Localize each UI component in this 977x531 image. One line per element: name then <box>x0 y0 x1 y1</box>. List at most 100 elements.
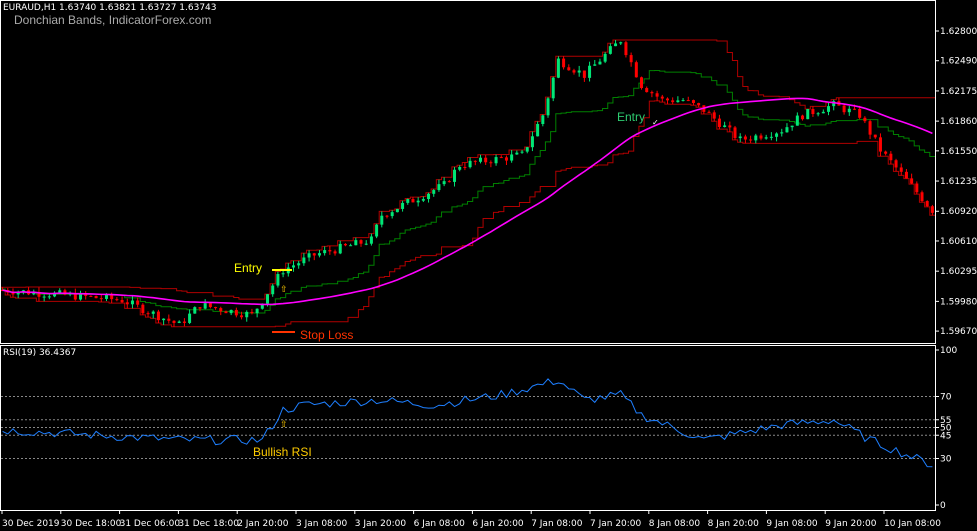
candle-body <box>58 290 62 293</box>
time-tick-label: 30 Dec 2019 <box>2 519 60 529</box>
candle-body <box>42 296 46 298</box>
candle-body <box>317 253 321 256</box>
candle-body <box>89 295 93 297</box>
candle-body <box>634 62 638 78</box>
time-tick-label: 31 Dec 06:00 <box>120 519 181 529</box>
time-tick-label: 3 Jan 20:00 <box>355 519 407 529</box>
candle-body <box>343 243 347 246</box>
price-tick-label: 1.60295 <box>940 267 977 277</box>
candle-body <box>640 77 644 89</box>
candle-body <box>894 160 898 168</box>
rsi-tick-label: 30 <box>940 455 952 465</box>
candle-body <box>868 121 872 135</box>
candle-body <box>333 251 337 254</box>
candle-body <box>328 250 332 252</box>
donchian-middle-line <box>0 69 935 314</box>
donchian-upper-line <box>0 39 935 300</box>
candle-body <box>541 115 545 124</box>
candle-body <box>660 96 664 99</box>
rsi-tick-label: 0 <box>940 501 946 511</box>
candle-body <box>146 313 150 315</box>
entry-long-label: Entry <box>234 261 262 275</box>
time-tick-label: 8 Jan 20:00 <box>708 519 760 529</box>
candle-body <box>437 184 441 191</box>
candle-body <box>930 206 934 213</box>
candle-body <box>291 265 295 268</box>
candle-body <box>141 304 145 314</box>
candle-body <box>442 181 446 185</box>
candle-body <box>47 296 51 298</box>
candle-body <box>463 166 467 168</box>
rsi-tick-label: 70 <box>940 393 952 403</box>
candle-body <box>421 199 425 201</box>
candle-body <box>338 243 342 254</box>
candle-body <box>759 135 763 139</box>
candle-body <box>385 215 389 217</box>
candle-body <box>785 127 789 133</box>
rsi-tick-label: 45 <box>940 431 951 441</box>
candle-body <box>458 166 462 170</box>
candle-body <box>852 108 856 110</box>
candle-body <box>728 125 732 128</box>
candle-body <box>151 311 155 314</box>
candle-body <box>650 92 654 94</box>
candle-body <box>224 311 228 314</box>
candle-body <box>115 299 119 301</box>
candle-body <box>749 139 753 141</box>
time-tick-label: 9 Jan 20:00 <box>825 519 877 529</box>
candle-body <box>162 318 166 321</box>
candle-body <box>510 154 514 161</box>
candle-body <box>167 318 171 321</box>
candle-body <box>323 250 327 254</box>
candle-body <box>655 93 659 97</box>
candle-body <box>920 192 924 202</box>
candle-body <box>369 236 373 244</box>
time-tick-label: 8 Jan 08:00 <box>649 519 701 529</box>
candle-body <box>717 118 721 128</box>
candle-body <box>697 103 701 106</box>
candle-body <box>743 136 747 140</box>
candle-body <box>478 157 482 162</box>
candle-body <box>307 253 311 258</box>
candle-body <box>811 109 815 115</box>
candle-body <box>821 111 825 114</box>
candle-body <box>198 307 202 309</box>
candle-body <box>723 125 727 128</box>
time-tick-label: 2 Jan 20:00 <box>237 519 289 529</box>
candle-body <box>229 309 233 314</box>
candle-body <box>94 295 98 299</box>
candle-body <box>904 171 908 179</box>
price-panel <box>0 39 935 328</box>
candle-body <box>276 274 280 286</box>
candle-body <box>847 108 851 113</box>
candle-body <box>686 100 690 102</box>
price-tick-label: 1.62800 <box>940 27 977 37</box>
candle-body <box>665 98 669 101</box>
candle-body <box>629 55 633 63</box>
entry-short-label: Entry <box>617 110 645 124</box>
candle-body <box>806 109 810 120</box>
candle-body <box>910 178 914 184</box>
candle-body <box>645 88 649 93</box>
candle-body <box>873 134 877 138</box>
candle-body <box>842 105 846 113</box>
candle-body <box>177 321 181 323</box>
candle-body <box>271 285 275 295</box>
candle-body <box>380 215 384 225</box>
candle-body <box>603 53 607 62</box>
candle-body <box>240 315 244 318</box>
candle-body <box>208 303 212 308</box>
candle-body <box>411 199 415 203</box>
candle-body <box>312 253 316 256</box>
candle-body <box>827 106 831 112</box>
candle-body <box>447 181 451 183</box>
candle-body <box>375 224 379 237</box>
candle-body <box>676 100 680 103</box>
candle-body <box>889 153 893 161</box>
candle-body <box>234 309 238 316</box>
symbol-header: EURAUD,H1 1.63740 1.63821 1.63727 1.6374… <box>3 3 217 13</box>
candle-body <box>681 100 685 102</box>
candle-body <box>795 115 799 126</box>
price-tick-label: 1.60920 <box>940 207 977 217</box>
candle-body <box>738 136 742 139</box>
